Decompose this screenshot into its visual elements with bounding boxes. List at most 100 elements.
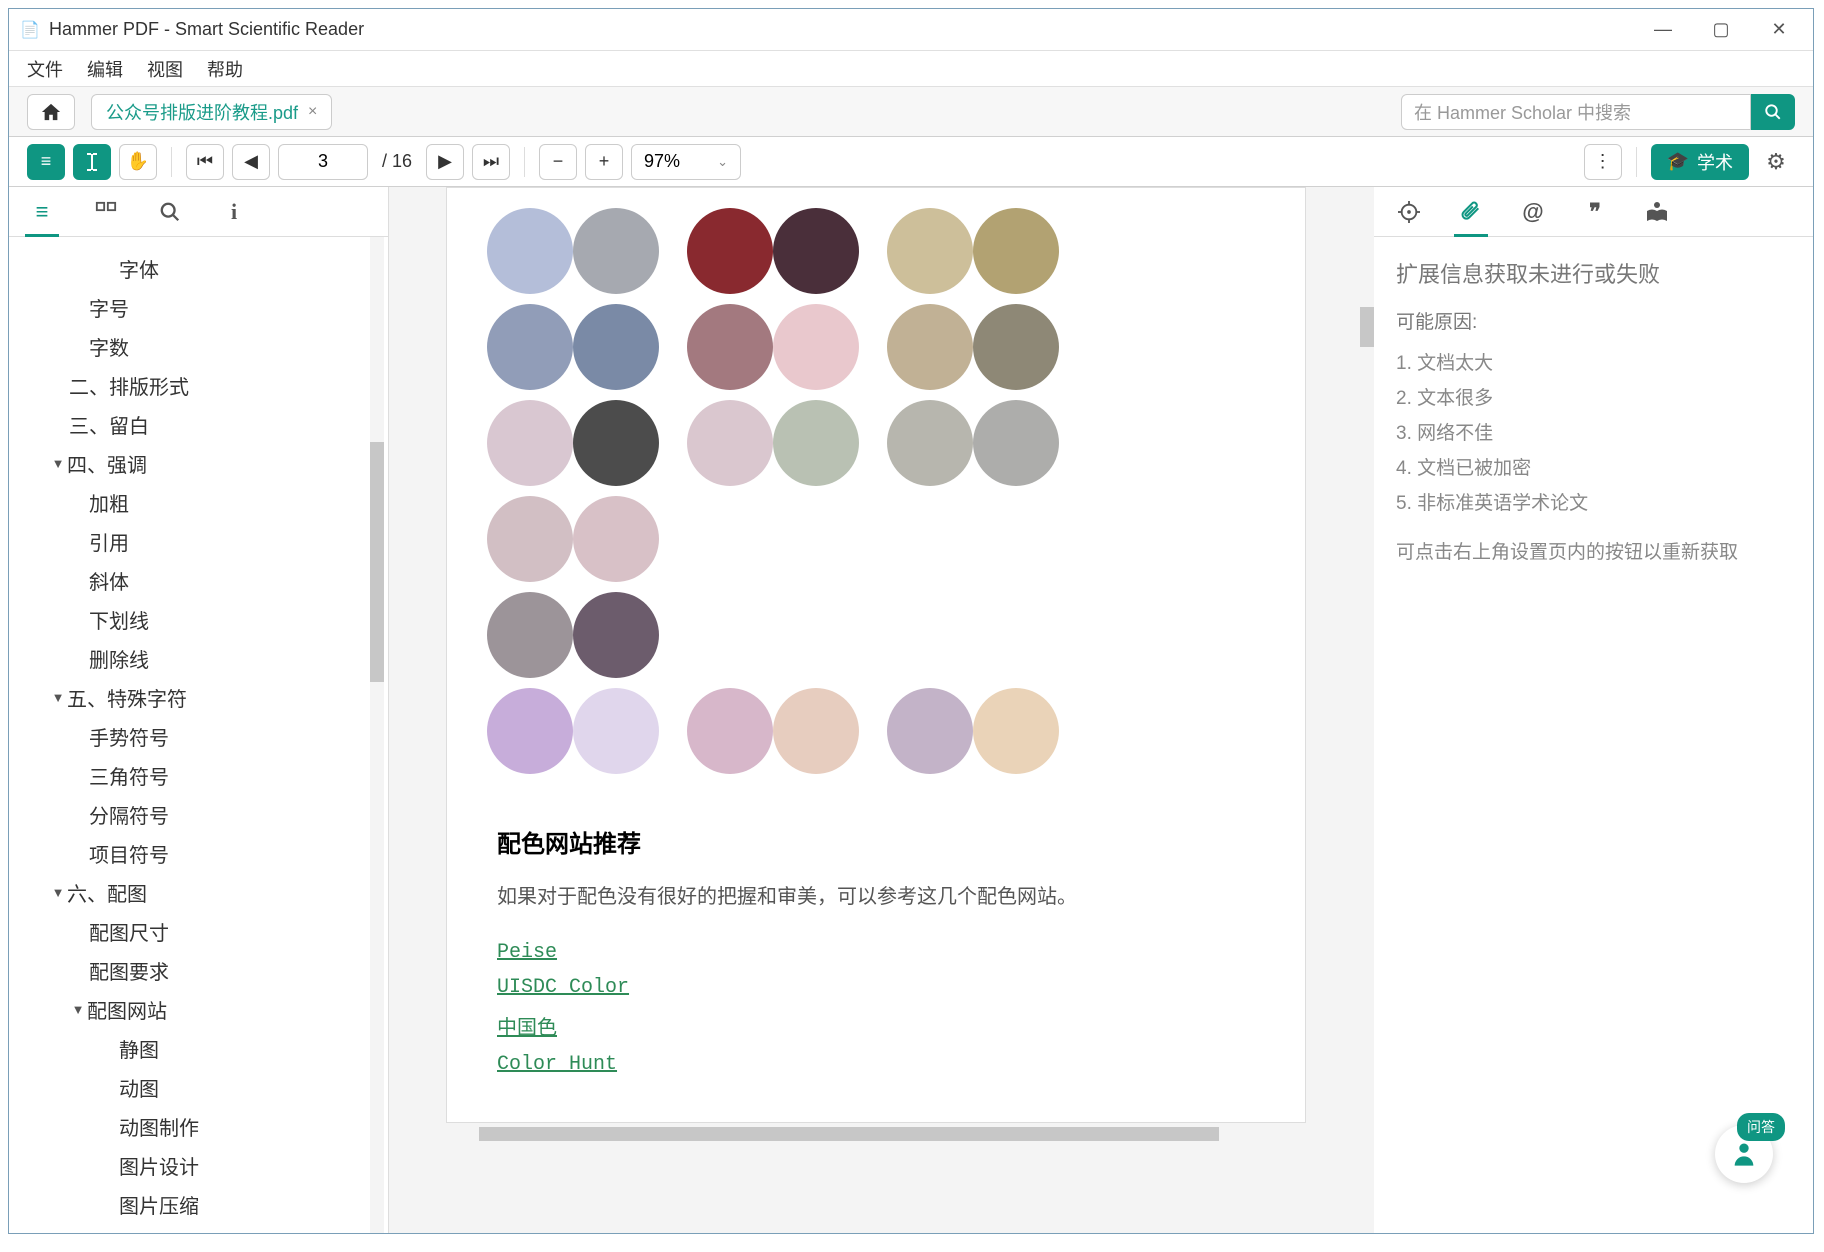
right-panel: @ ❞ 扩展信息获取未进行或失败 可能原因: 1. 文档太大2. 文本很多3. …	[1373, 187, 1813, 1233]
outline-label: 动图	[119, 1073, 159, 1102]
horizontal-scrollbar-track[interactable]	[389, 1123, 1363, 1145]
outline-item[interactable]: 引用	[9, 522, 388, 561]
outline-item[interactable]: 三、留白	[9, 405, 388, 444]
outline-label: 静图	[119, 1034, 159, 1063]
tab-title: 公众号排版进阶教程.pdf	[106, 99, 298, 125]
color-swatch	[773, 208, 859, 294]
menu-help[interactable]: 帮助	[207, 56, 243, 82]
color-swatch	[573, 304, 659, 390]
content-link[interactable]: Color Hunt	[447, 1047, 1305, 1082]
color-swatch	[687, 400, 773, 486]
outline-item[interactable]: 字号	[9, 288, 388, 327]
last-page-button[interactable]: ⏭	[472, 144, 510, 180]
outline-item[interactable]: 配图要求	[9, 951, 388, 990]
outline-item[interactable]: ▼配图网站	[9, 990, 388, 1029]
outline-item[interactable]: 配图尺寸	[9, 912, 388, 951]
outline-label: 图片压缩	[119, 1190, 199, 1219]
info-tab[interactable]: i	[217, 195, 251, 229]
outline-item[interactable]: 分隔符号	[9, 795, 388, 834]
text-select-button[interactable]	[73, 144, 111, 180]
horizontal-scrollbar-thumb[interactable]	[479, 1127, 1219, 1141]
outline-item[interactable]: 手势符号	[9, 717, 388, 756]
maximize-button[interactable]: ▢	[1707, 16, 1735, 44]
thumbnails-tab[interactable]	[89, 195, 123, 229]
menu-file[interactable]: 文件	[27, 56, 63, 82]
outline-toggle-icon[interactable]: ▼	[49, 690, 67, 705]
outline-item[interactable]: 删除线	[9, 639, 388, 678]
tab-close-icon[interactable]: ×	[308, 103, 317, 121]
outline-item[interactable]: 字体	[9, 249, 388, 288]
outline-toggle-icon[interactable]: ▼	[69, 1002, 87, 1017]
content-link[interactable]: UISDC Color	[447, 970, 1305, 1005]
search-tab[interactable]	[153, 195, 187, 229]
outline-item[interactable]: 图片设计	[9, 1146, 388, 1185]
graduation-cap-icon: 🎓	[1667, 151, 1689, 172]
outline-scrollbar-thumb[interactable]	[370, 442, 384, 682]
content-link[interactable]: 中国色	[447, 1005, 1305, 1047]
document-viewport[interactable]: 配色网站推荐 如果对于配色没有很好的把握和审美，可以参考这几个配色网站。 Pei…	[389, 187, 1363, 1233]
color-swatch	[487, 304, 573, 390]
outline-item[interactable]: ▼六、配图	[9, 873, 388, 912]
zoom-select[interactable]: 97% ⌄	[631, 144, 741, 180]
outline-item[interactable]: ▼五、特殊字符	[9, 678, 388, 717]
hand-tool-button[interactable]: ✋	[119, 144, 157, 180]
outline-item[interactable]: 图片放大	[9, 1224, 388, 1233]
color-swatch	[887, 400, 973, 486]
outline-toggle-icon[interactable]: ▼	[49, 885, 67, 900]
outline-label: 字号	[89, 293, 129, 322]
color-swatch	[487, 208, 573, 294]
mention-tab[interactable]: @	[1516, 195, 1550, 229]
outline-label: 五、特殊字符	[67, 683, 187, 712]
outline-tab[interactable]: ≡	[25, 195, 59, 229]
search-button[interactable]	[1751, 94, 1795, 130]
outline-toggle-icon[interactable]: ▼	[49, 456, 67, 471]
outline-label: 四、强调	[67, 449, 147, 478]
outline-label: 图片设计	[119, 1151, 199, 1180]
close-button[interactable]: ✕	[1765, 16, 1793, 44]
minimize-button[interactable]: —	[1649, 16, 1677, 44]
outline-item[interactable]: 动图制作	[9, 1107, 388, 1146]
left-panel: ≡ i 字体字号字数二、排版形式三、留白▼四、强调加粗引用斜体下划线删除线▼五、…	[9, 187, 389, 1233]
quote-tab[interactable]: ❞	[1578, 195, 1612, 229]
color-swatch	[573, 496, 659, 582]
page-number-input[interactable]: 3	[278, 144, 368, 180]
content-link[interactable]: Peise	[447, 935, 1305, 970]
outline-item[interactable]: 下划线	[9, 600, 388, 639]
outline-item[interactable]: 斜体	[9, 561, 388, 600]
outline-item[interactable]: 三角符号	[9, 756, 388, 795]
target-tab[interactable]	[1392, 195, 1426, 229]
outline-item[interactable]: ▼四、强调	[9, 444, 388, 483]
search-input[interactable]: 在 Hammer Scholar 中搜索	[1401, 94, 1751, 130]
outline-item[interactable]: 静图	[9, 1029, 388, 1068]
outline-label: 删除线	[89, 644, 149, 673]
document-tab[interactable]: 公众号排版进阶教程.pdf ×	[91, 94, 332, 130]
menu-edit[interactable]: 编辑	[87, 56, 123, 82]
outline-label: 下划线	[89, 605, 149, 634]
outline-item[interactable]: 字数	[9, 327, 388, 366]
outline-item[interactable]: 图片压缩	[9, 1185, 388, 1224]
home-button[interactable]	[27, 94, 75, 130]
outline-item[interactable]: 动图	[9, 1068, 388, 1107]
prev-page-button[interactable]: ◀	[232, 144, 270, 180]
right-scrollbar-thumb[interactable]	[1360, 307, 1374, 347]
outline-item[interactable]: 项目符号	[9, 834, 388, 873]
zoom-in-button[interactable]: +	[585, 144, 623, 180]
next-page-button[interactable]: ▶	[426, 144, 464, 180]
zoom-out-button[interactable]: −	[539, 144, 577, 180]
first-page-button[interactable]: ⏮	[186, 144, 224, 180]
reader-tab[interactable]	[1640, 195, 1674, 229]
color-swatch	[487, 688, 573, 774]
outline-item[interactable]: 加粗	[9, 483, 388, 522]
more-options-button[interactable]: ⋮	[1584, 144, 1622, 180]
menu-view[interactable]: 视图	[147, 56, 183, 82]
qa-chat-button[interactable]: 问答	[1715, 1125, 1773, 1183]
color-swatch	[487, 400, 573, 486]
attachment-tab[interactable]	[1454, 195, 1488, 229]
menubar: 文件 编辑 视图 帮助	[9, 51, 1813, 87]
outline-scrollbar-track[interactable]	[370, 237, 384, 1233]
sidebar-toggle-button[interactable]: ≡	[27, 144, 65, 180]
settings-button[interactable]: ⚙	[1757, 144, 1795, 180]
outline-label: 分隔符号	[89, 800, 169, 829]
academic-button[interactable]: 🎓 学术	[1651, 144, 1749, 180]
outline-item[interactable]: 二、排版形式	[9, 366, 388, 405]
